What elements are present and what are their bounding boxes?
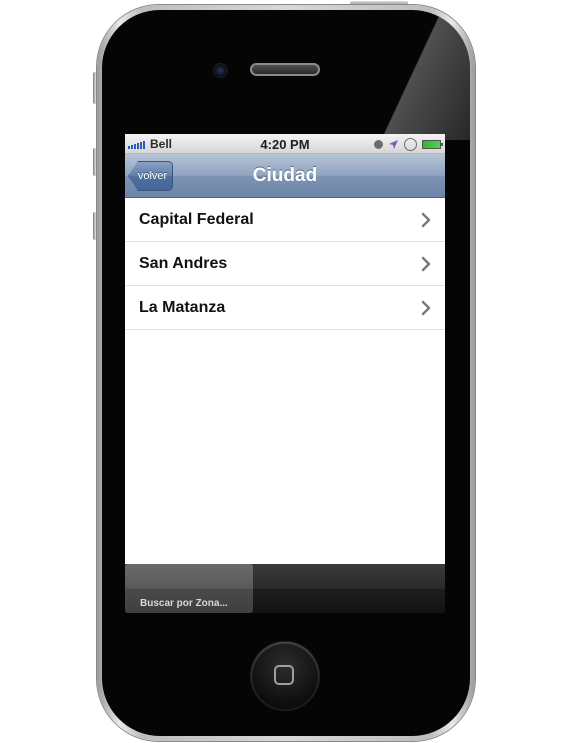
list-item-label: San Andres xyxy=(139,255,228,272)
home-button[interactable] xyxy=(251,642,319,710)
alarm-icon xyxy=(374,139,383,149)
list-item-san-andres[interactable]: San Andres xyxy=(125,242,445,286)
chevron-right-icon xyxy=(421,212,431,228)
status-icons xyxy=(374,137,443,151)
chevron-right-icon xyxy=(421,256,431,272)
tab-label: Buscar por Zona... xyxy=(140,598,228,609)
list-item-la-matanza[interactable]: La Matanza xyxy=(125,286,445,330)
status-bar: Bell 4:20 PM xyxy=(125,134,445,154)
page-title: Ciudad xyxy=(252,165,318,186)
app-screen: Bell 4:20 PM volver Ciudad Capital Feder… xyxy=(125,134,445,613)
phone-mockup: Bell 4:20 PM volver Ciudad Capital Feder… xyxy=(0,0,576,743)
rotation-lock-icon xyxy=(404,137,417,151)
back-button[interactable]: volver xyxy=(128,161,173,191)
battery-icon xyxy=(422,139,443,149)
city-list: Capital Federal San Andres La Matanza xyxy=(125,198,445,330)
home-square-icon xyxy=(274,665,294,685)
list-item-capital-federal[interactable]: Capital Federal xyxy=(125,198,445,242)
front-camera-icon xyxy=(213,63,228,78)
tab-bar: Buscar por Zona... xyxy=(125,564,445,613)
list-item-label: La Matanza xyxy=(139,299,226,316)
tab-buscar-por-zona[interactable]: Buscar por Zona... xyxy=(125,564,253,613)
navigation-bar: volver Ciudad xyxy=(125,154,445,198)
chevron-right-icon xyxy=(421,300,431,316)
location-arrow-icon xyxy=(389,139,398,149)
list-item-label: Capital Federal xyxy=(139,211,254,228)
earpiece-speaker xyxy=(250,63,320,76)
